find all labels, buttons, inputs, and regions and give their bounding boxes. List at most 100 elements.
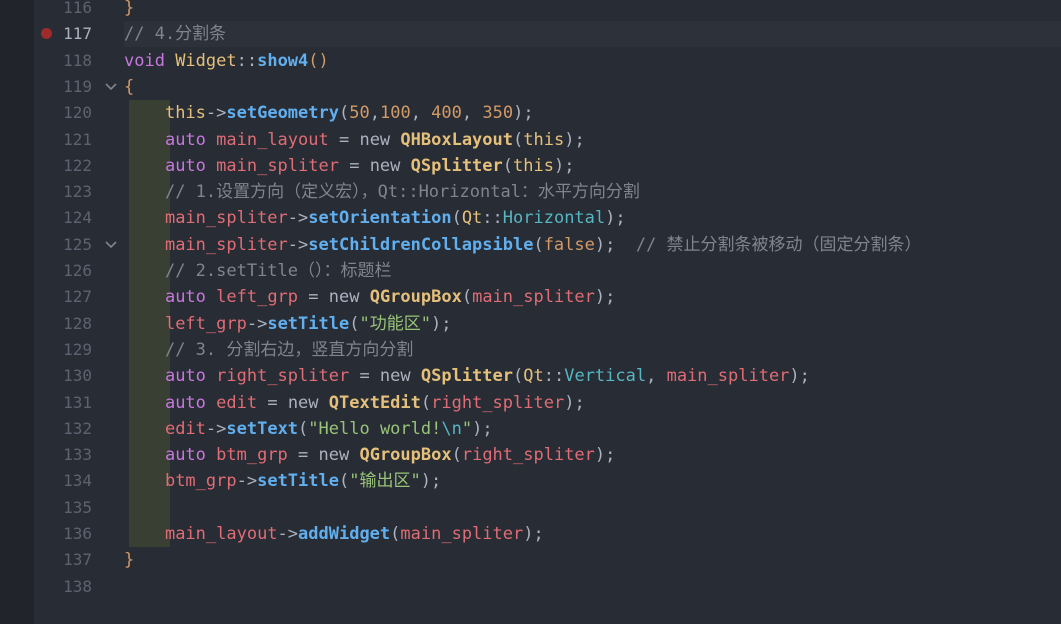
code-token: new (287, 392, 329, 413)
fold-chevron-icon[interactable] (104, 80, 118, 94)
code-token: ( (390, 524, 401, 544)
code-editor[interactable]: 116 117 118 119 120 121 122 123 124 125 126 127 128 1… (0, 0, 1061, 624)
code-token: , (369, 103, 380, 124)
code-token: setGeometry (226, 103, 339, 124)
line-number[interactable]: 130 (34, 363, 92, 389)
code-line[interactable]: } (124, 0, 134, 21)
line-number[interactable]: 126 (34, 258, 92, 284)
code-token: () (308, 50, 329, 71)
code-token: setText (226, 418, 299, 439)
code-token: ); (605, 208, 626, 229)
code-line[interactable]: // 2.setTitle（）：标题栏 (124, 258, 392, 284)
line-number[interactable]: 138 (34, 574, 92, 600)
line-number[interactable]: 122 (34, 153, 92, 179)
code-token: auto (164, 155, 217, 176)
code-token: "Hello world! (308, 418, 442, 439)
line-number[interactable]: 120 (34, 100, 92, 126)
line-number[interactable]: 119 (34, 74, 92, 100)
code-token: 350 (482, 103, 514, 124)
line-number[interactable]: 132 (34, 416, 92, 442)
line-number[interactable]: 133 (34, 442, 92, 468)
line-number[interactable]: 131 (34, 390, 92, 416)
code-area[interactable]: }// 4.分割条 void Widget::show4(){ this->set… (124, 0, 1061, 624)
line-number[interactable]: 137 (34, 547, 92, 573)
code-token: // 2.setTitle（）：标题栏 (164, 261, 392, 281)
line-number[interactable]: 128 (34, 311, 92, 337)
code-line[interactable]: auto main_spliter = new QSplitter(this); (124, 153, 575, 179)
line-number[interactable]: 123 (34, 179, 92, 205)
code-line[interactable]: auto left_grp = new QGroupBox(main_split… (124, 284, 615, 310)
code-token: :: (482, 208, 503, 229)
code-token: ( (420, 392, 432, 413)
line-number[interactable]: 127 (34, 284, 92, 310)
code-token: = (338, 155, 370, 176)
code-token: show4 (257, 50, 309, 71)
code-line[interactable]: // 3. 分割右边，竖直方向分割 (124, 337, 413, 363)
code-token: ( (451, 208, 462, 229)
line-number[interactable]: 124 (34, 205, 92, 231)
code-line[interactable]: main_spliter->setOrientation(Qt::Horizon… (124, 205, 626, 231)
code-token: auto (164, 392, 217, 413)
code-token: , (646, 366, 667, 387)
code-line[interactable]: { (124, 74, 134, 100)
line-number[interactable]: 116 (34, 0, 92, 21)
code-line[interactable]: main_spliter->setChildrenCollapsible(fal… (124, 232, 922, 258)
code-token: ( (338, 471, 350, 492)
code-token: edit (216, 392, 258, 413)
code-line[interactable]: main_layout->addWidget(main_spliter); (124, 521, 544, 547)
code-token: this (164, 103, 206, 124)
code-token: } (124, 550, 135, 571)
activity-strip (0, 0, 34, 624)
line-number[interactable]: 136 (34, 521, 92, 547)
code-token: QSplitter (420, 366, 513, 387)
code-line[interactable]: btm_grp->setTitle("输出区"); (124, 468, 441, 494)
code-line[interactable]: left_grp->setTitle("功能区"); (124, 311, 451, 337)
code-line[interactable]: auto edit = new QTextEdit(right_spliter)… (124, 390, 585, 416)
code-token: addWidget (298, 524, 391, 544)
code-line[interactable]: auto right_spliter = new QSplitter(Qt::V… (124, 363, 810, 389)
code-token: :: (236, 50, 258, 71)
code-token: ); (594, 287, 616, 308)
code-token: main_spliter (164, 208, 288, 229)
code-line[interactable]: auto main_layout = new QHBoxLayout(this)… (124, 127, 585, 153)
code-token: -> (246, 313, 268, 334)
code-line[interactable]: edit->setText("Hello world!\n"); (124, 416, 493, 442)
code-token: ); (564, 392, 585, 413)
code-line[interactable]: } (124, 547, 134, 573)
line-number[interactable]: 135 (34, 495, 92, 521)
code-token: ); (513, 103, 534, 124)
code-line[interactable]: auto btm_grp = new QGroupBox(right_split… (124, 442, 615, 468)
code-token: auto (164, 445, 217, 466)
code-token: left_grp (164, 313, 247, 334)
code-token: ( (338, 103, 350, 124)
code-line[interactable]: // 1.设置方向（定义宏），Qt::Horizontal：水平方向分割 (124, 179, 640, 205)
code-token: " (461, 418, 473, 439)
line-number[interactable]: 118 (34, 48, 92, 74)
code-token: auto (164, 366, 217, 387)
code-token: edit (164, 418, 206, 439)
code-token: ( (461, 287, 473, 308)
code-token: ( (513, 366, 524, 387)
code-token: } (124, 0, 135, 18)
code-token: ( (533, 234, 544, 255)
line-number[interactable]: 121 (34, 127, 92, 153)
code-token: new (328, 287, 370, 308)
code-token: ); (553, 155, 575, 176)
line-number[interactable]: 134 (34, 468, 92, 494)
code-line[interactable]: void Widget::show4() (124, 48, 329, 74)
code-token: btm_grp (164, 471, 237, 492)
code-line[interactable]: this->setGeometry(50,100, 400, 350); (124, 100, 534, 126)
line-number[interactable]: 125 (34, 232, 92, 258)
line-number[interactable]: 129 (34, 337, 92, 363)
line-number[interactable]: 117 (34, 21, 92, 47)
fold-chevron-icon[interactable] (104, 238, 118, 252)
code-line[interactable]: // 4.分割条 (124, 21, 226, 47)
code-token: ( (502, 155, 514, 176)
code-token: -> (287, 234, 309, 255)
